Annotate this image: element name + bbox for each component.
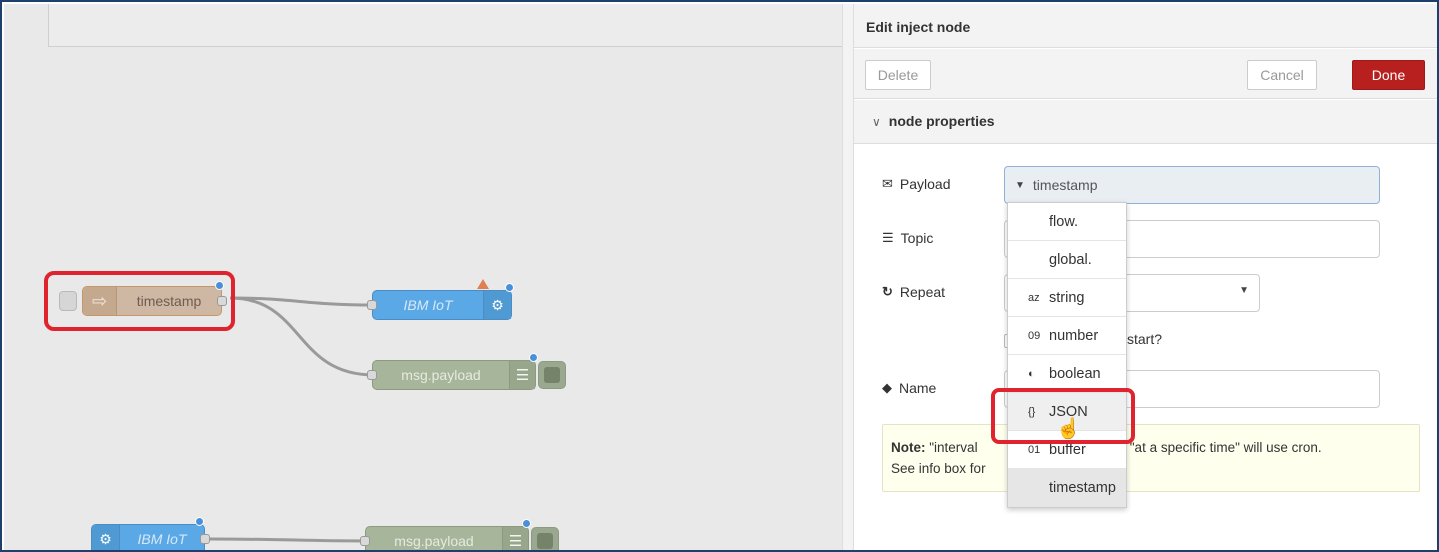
debug-toggle-button[interactable] [538, 361, 566, 389]
panel-title: Edit inject node [854, 4, 1437, 48]
tip-note: Note: "interval nd "at a specific time" … [882, 424, 1420, 492]
topic-label: ☰ Topic [882, 230, 933, 246]
debug-node[interactable]: msg.payload ☰ [367, 353, 538, 390]
cancel-button[interactable]: Cancel [1247, 60, 1317, 90]
caret-down-icon: ▼ [1239, 285, 1249, 296]
debug-node-label: msg.payload [394, 533, 474, 549]
changed-indicator [195, 517, 204, 526]
option-label: string [1049, 289, 1085, 306]
changed-indicator [529, 353, 538, 362]
option-string[interactable]: az string [1008, 279, 1126, 317]
option-number[interactable]: 09 number [1008, 317, 1126, 355]
option-label: number [1049, 327, 1099, 344]
iot-chip-icon: ⚙ [483, 291, 511, 319]
name-label-text: Name [899, 380, 937, 396]
string-type-icon: az [1028, 291, 1040, 304]
done-button[interactable]: Done [1352, 60, 1425, 90]
buffer-type-icon: 01 [1028, 443, 1041, 456]
option-label: timestamp [1049, 480, 1116, 496]
debug-list-icon: ☰ [502, 527, 528, 550]
note-bold: Note: [891, 440, 926, 455]
name-label: ◆ Name [882, 380, 936, 396]
option-label: flow. [1049, 213, 1079, 230]
changed-indicator [522, 519, 531, 528]
changed-indicator [505, 283, 514, 292]
edit-panel: Edit inject node Delete Cancel Done ∨ nod… [854, 4, 1437, 550]
tasks-icon: ☰ [882, 230, 894, 245]
boolean-type-icon: ◐ [1028, 367, 1035, 380]
iot-output-port[interactable] [200, 534, 210, 544]
repeat-label: ↻ Repeat [882, 284, 945, 300]
payload-label: ✉ Payload [882, 176, 951, 192]
iot-input-port[interactable] [367, 300, 377, 310]
payload-type-input[interactable]: ▼ timestamp [1004, 166, 1380, 204]
panel-toolbar: Delete Cancel Done [854, 49, 1437, 99]
payload-label-text: Payload [899, 176, 951, 192]
delete-button[interactable]: Delete [865, 60, 931, 90]
warning-icon [477, 279, 489, 289]
ibm-iot-out-node[interactable]: IBM IoT ⚙ [367, 279, 514, 320]
app-frame: ⇨ timestamp IBM IoT ⚙ msg.payload ☰ ⚙ IB… [0, 0, 1439, 552]
option-label: global. [1049, 251, 1092, 268]
payload-value: timestamp [1032, 177, 1098, 193]
option-flow[interactable]: flow. [1008, 203, 1126, 241]
option-global[interactable]: global. [1008, 241, 1126, 279]
ibm-iot-in-node[interactable]: ⚙ IBM IoT [91, 517, 210, 550]
note-line-2: See info box for [891, 461, 986, 476]
flow-workspace[interactable]: ⇨ timestamp IBM IoT ⚙ msg.payload ☰ ⚙ IB… [4, 4, 842, 550]
debug-input-port[interactable] [360, 536, 370, 546]
tag-icon: ◆ [882, 380, 892, 395]
iot-in-label: IBM IoT [137, 531, 187, 547]
iot-out-label: IBM IoT [403, 297, 453, 313]
chevron-down-icon: ∨ [872, 115, 881, 129]
debug-node-label: msg.payload [401, 367, 481, 383]
section-title: node properties [888, 113, 995, 129]
node-properties-section[interactable]: ∨ node properties [854, 100, 1437, 144]
panel-splitter[interactable] [842, 4, 854, 550]
iot-chip-icon: ⚙ [92, 525, 120, 550]
payload-type-dropdown: flow. global. az string 09 number ◐ boolean… [1007, 202, 1127, 508]
repeat-icon: ↻ [882, 284, 893, 299]
debug-input-port[interactable] [367, 370, 377, 380]
note-text-left: "interval [925, 440, 978, 455]
note-text-right: nd "at a specific time" will use cron. [1111, 440, 1322, 455]
option-timestamp[interactable]: timestamp [1008, 469, 1126, 507]
topic-label-text: Topic [900, 230, 934, 246]
caret-down-icon: ▼ [1015, 179, 1025, 191]
repeat-label-text: Repeat [899, 284, 946, 300]
inject-once-text: start? [1127, 331, 1163, 347]
option-label: boolean [1049, 365, 1101, 382]
number-type-icon: 09 [1028, 329, 1041, 342]
debug-toggle-button[interactable] [531, 527, 559, 550]
envelope-icon: ✉ [882, 176, 893, 191]
hand-cursor-icon: ☝ [1056, 418, 1081, 440]
debug-list-icon: ☰ [509, 361, 535, 389]
debug-node[interactable]: msg.payload ☰ [360, 519, 531, 550]
inject-node-highlight [44, 271, 235, 331]
